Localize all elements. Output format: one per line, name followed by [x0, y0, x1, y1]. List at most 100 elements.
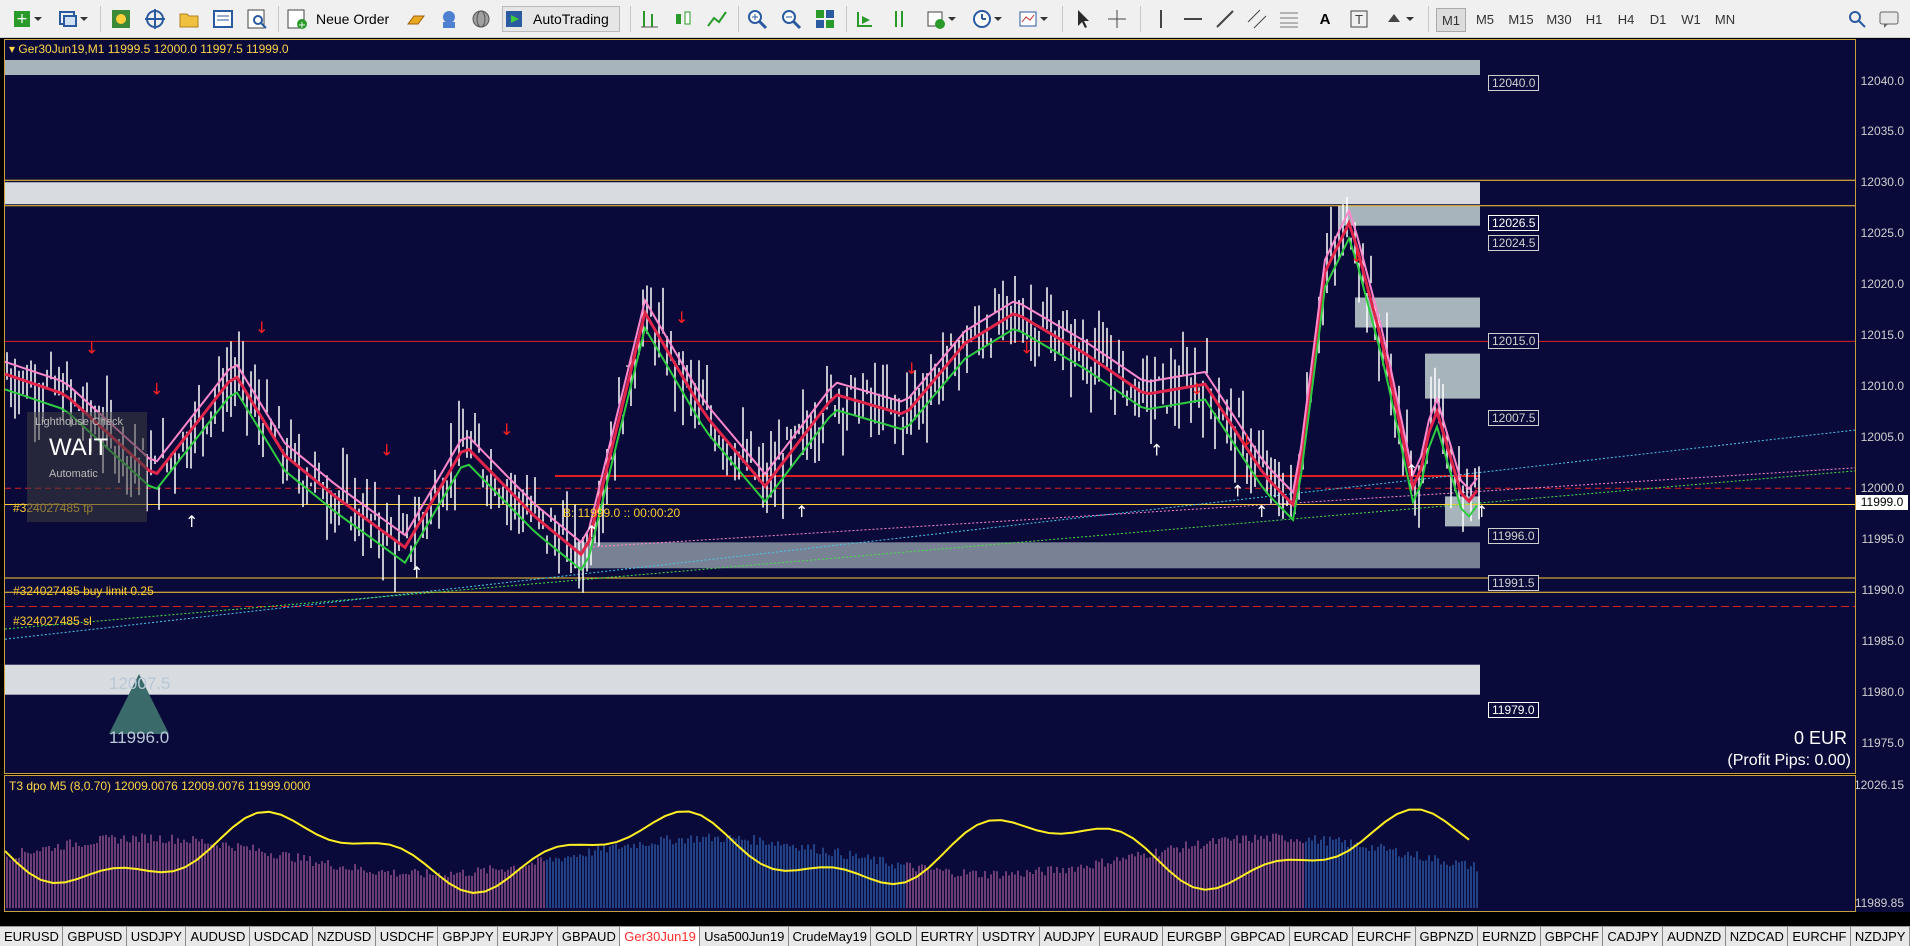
symbol-tab[interactable]: EURUSD	[0, 927, 64, 946]
price-chart-canvas[interactable]: ↓ ↓ ↓ ↓ ↓ ↓ ↓ ↓ ↓ ↓ ↓ ↑ ↑ ↑ ↑ ↑ ↑ ↑ ↑ ↑	[5, 40, 1855, 773]
lighthouse-title: Lighthouse Check	[35, 416, 124, 428]
symbol-tab[interactable]: GBPAUD	[558, 927, 621, 946]
timeframe-m1[interactable]: M1	[1436, 8, 1466, 32]
timeframe-h4[interactable]: H4	[1612, 8, 1640, 30]
symbol-tab[interactable]: AUDNZD	[1663, 927, 1726, 946]
zoom-in-icon	[748, 10, 768, 30]
zoom-out-button[interactable]	[778, 6, 804, 32]
symbol-tab[interactable]: USDTRY	[978, 927, 1040, 946]
crosshair-button[interactable]	[1104, 6, 1130, 32]
navigator-button[interactable]	[142, 6, 168, 32]
zone-label-11996: 11996.0	[1488, 528, 1539, 544]
new-chart-button[interactable]: +	[8, 6, 46, 32]
symbol-tab[interactable]: GBPNZD	[1416, 927, 1479, 946]
gold-bar-button[interactable]	[404, 6, 430, 32]
timeframe-m5[interactable]: M5	[1470, 8, 1500, 30]
symbol-tab[interactable]: AUDJPY	[1040, 927, 1100, 946]
autoscroll-icon	[857, 12, 872, 27]
symbol-tab[interactable]: GBPCAD	[1226, 927, 1290, 946]
periods-button[interactable]	[968, 6, 1006, 32]
text-label-button[interactable]: T	[1346, 6, 1372, 32]
price-tick-12025: 12025.0	[1860, 226, 1904, 240]
symbol-tab[interactable]: EURCHF	[1788, 927, 1851, 946]
channel-button[interactable]	[1244, 6, 1270, 32]
symbol-tab[interactable]: EURCAD	[1290, 927, 1353, 946]
timeframe-m30[interactable]: M30	[1542, 8, 1576, 30]
fibonacci-button[interactable]	[1276, 6, 1302, 32]
market-watch-button[interactable]	[108, 6, 134, 32]
symbol-tab[interactable]: USDCAD	[250, 927, 314, 946]
new-order-button[interactable]: + Neue Order	[286, 6, 404, 32]
chart-shift-button[interactable]	[886, 6, 912, 32]
signals-icon	[443, 11, 455, 28]
text-button[interactable]: A	[1312, 6, 1338, 32]
symbol-tab[interactable]: NZDCAD	[1726, 927, 1789, 946]
chat-button[interactable]	[1876, 6, 1902, 32]
terminal-button[interactable]	[210, 6, 236, 32]
templates-button[interactable]	[1014, 6, 1052, 32]
timeframe-d1[interactable]: D1	[1644, 8, 1672, 30]
symbol-tab[interactable]: EURJPY	[498, 927, 558, 946]
timeframe-mn[interactable]: MN	[1710, 8, 1740, 30]
symbol-tab[interactable]: EURTRY	[917, 927, 979, 946]
line-chart-button[interactable]	[704, 6, 730, 32]
symbol-tab[interactable]: GBPJPY	[438, 927, 499, 946]
symbol-tab[interactable]: Ger30Jun19	[620, 927, 701, 946]
symbol-tab[interactable]: GOLD	[871, 927, 917, 946]
vertical-line-button[interactable]	[1148, 6, 1174, 32]
symbol-tab[interactable]: EURNZD	[1478, 927, 1541, 946]
buy-arrow-icon: ↑	[410, 563, 423, 582]
chat-icon	[1879, 11, 1899, 28]
zone-11979	[5, 664, 1480, 695]
signals-button[interactable]	[436, 6, 462, 32]
horizontal-line-button[interactable]	[1180, 6, 1206, 32]
sell-arrow-icon: ↓	[905, 359, 918, 378]
symbol-tab[interactable]: EURCHF	[1353, 927, 1416, 946]
timeframe-w1[interactable]: W1	[1676, 8, 1706, 30]
symbol-tab[interactable]: USDJPY	[127, 927, 187, 946]
timeframe-m15[interactable]: M15	[1504, 8, 1538, 30]
symbol-tab[interactable]: USDCHF	[376, 927, 439, 946]
tile-windows-button[interactable]	[812, 6, 838, 32]
main-toolbar: + + Neue Order AutoTrading A T M1 M5 M15	[0, 0, 1910, 38]
symbol-tab[interactable]: NZDJPY	[1851, 927, 1910, 946]
bar-chart-button[interactable]	[636, 6, 662, 32]
timeframe-h1[interactable]: H1	[1580, 8, 1608, 30]
lighthouse-panel: Lighthouse Check WAIT Automatic	[27, 412, 147, 522]
symbol-tab[interactable]: GBPUSD	[63, 927, 127, 946]
cursor-button[interactable]	[1070, 6, 1096, 32]
zoom-in-button[interactable]	[744, 6, 770, 32]
profiles-button[interactable]	[54, 6, 92, 32]
zone-12024	[1340, 205, 1480, 226]
indicator-canvas[interactable]	[4, 776, 1855, 911]
indicators-button[interactable]	[922, 6, 960, 32]
symbol-tab[interactable]: CADJPY	[1603, 927, 1664, 946]
folder-button[interactable]	[176, 6, 202, 32]
crosshair-icon	[1108, 10, 1126, 28]
globe-button[interactable]	[468, 6, 494, 32]
autotrading-button[interactable]: AutoTrading	[502, 6, 620, 32]
text-tool-icon: A	[1319, 10, 1331, 28]
candle-chart-button[interactable]	[670, 6, 696, 32]
price-tick-11980: 11980.0	[1861, 685, 1905, 699]
zoom-out-icon	[782, 10, 802, 30]
symbol-tab[interactable]: AUDUSD	[186, 927, 250, 946]
sell-arrow-icon: ↓	[675, 308, 688, 327]
autoscroll-button[interactable]	[852, 6, 878, 32]
symbol-tab[interactable]: GBPCHF	[1541, 927, 1604, 946]
arrows-button[interactable]	[1380, 6, 1418, 32]
main-chart-area[interactable]: ↓ ↓ ↓ ↓ ↓ ↓ ↓ ↓ ↓ ↓ ↓ ↑ ↑ ↑ ↑ ↑ ↑ ↑ ↑ ↑ ▾ Ger30Jun19,M1 119…	[4, 39, 1856, 774]
tester-button[interactable]	[244, 6, 270, 32]
channel-icon	[1247, 9, 1267, 29]
indicator-panel[interactable]: T3 dpo M5 (8,0.70) 12009.0076 12009.0076…	[4, 775, 1856, 912]
symbol-tab[interactable]: CrudeMay19	[789, 927, 872, 946]
symbol-tab[interactable]: NZDUSD	[313, 927, 376, 946]
sell-arrow-icon: ↓	[500, 420, 513, 439]
symbol-tab[interactable]: EURGBP	[1163, 927, 1227, 946]
trendline-button[interactable]	[1212, 6, 1238, 32]
symbol-tabs-bar: EURUSD GBPUSD USDJPY AUDUSD USDCAD NZDUSD USDC…	[0, 926, 1910, 946]
search-button[interactable]	[1844, 6, 1870, 32]
symbol-tab[interactable]: EURAUD	[1100, 927, 1163, 946]
symbol-tab[interactable]: Usa500Jun19	[700, 927, 789, 946]
buy-arrow-icon: ↑	[1150, 441, 1163, 460]
